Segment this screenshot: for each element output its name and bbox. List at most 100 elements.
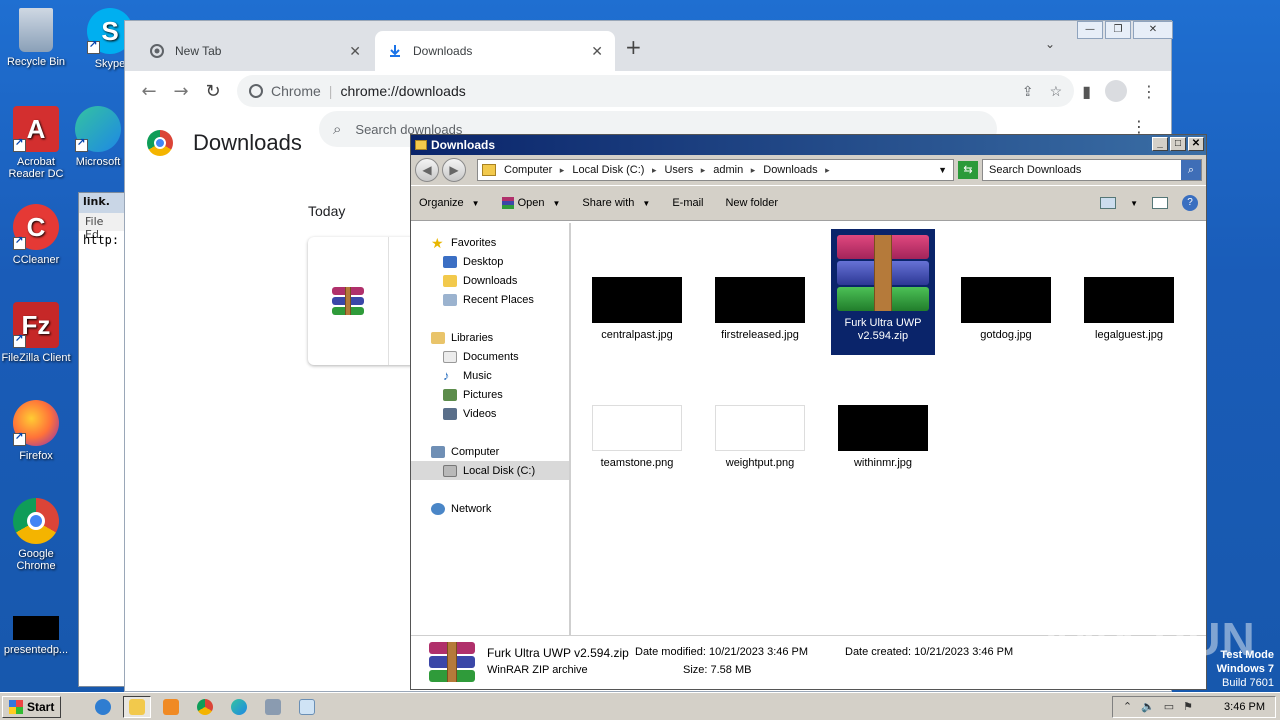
download-icon	[387, 43, 403, 59]
share-with-button[interactable]: Share with ▼	[582, 197, 650, 209]
open-button[interactable]: Open ▼	[501, 197, 560, 209]
page-title: Downloads	[193, 130, 302, 155]
taskbar-edge[interactable]	[225, 696, 253, 718]
chevron-down-icon[interactable]: ⌄	[1045, 37, 1055, 51]
nav-label: Documents	[463, 350, 519, 363]
nav-network[interactable]: Network	[411, 499, 569, 518]
nav-downloads[interactable]: Downloads	[411, 271, 569, 290]
desktop-icon-ccleaner[interactable]: C CCleaner	[0, 204, 72, 266]
desktop-icon-presentedp[interactable]: presentedp...	[0, 616, 72, 656]
nav-label: Pictures	[463, 388, 503, 401]
side-panel-icon[interactable]: ▮	[1082, 82, 1091, 101]
notepad-text[interactable]: http:	[79, 231, 125, 249]
nav-recent-places[interactable]: Recent Places	[411, 290, 569, 309]
share-icon[interactable]: ⇪	[1022, 83, 1034, 100]
chevron-up-icon[interactable]: ⌃	[1123, 700, 1132, 713]
nav-local-disk[interactable]: Local Disk (C:)	[411, 461, 569, 480]
music-icon: ♪	[443, 367, 450, 383]
back-button[interactable]: ◀	[415, 158, 439, 182]
flag-icon[interactable]: ⚑	[1183, 700, 1193, 713]
preview-pane-icon[interactable]	[1152, 197, 1168, 209]
nav-libraries[interactable]: Libraries	[411, 328, 569, 347]
chevron-down-icon[interactable]: ▼	[938, 165, 947, 175]
nav-computer[interactable]: Computer	[411, 442, 569, 461]
taskbar-media-player[interactable]	[157, 696, 185, 718]
refresh-icon[interactable]: ⇆	[958, 161, 978, 179]
breadcrumb-item[interactable]: Downloads	[763, 164, 829, 176]
desktop-icon-chrome[interactable]: Google Chrome	[0, 498, 72, 572]
window-title: Downloads	[431, 138, 496, 152]
file-item[interactable]: withinmr.jpg	[831, 405, 935, 469]
minimize-button[interactable]: —	[1077, 21, 1103, 39]
help-icon[interactable]: ?	[1182, 195, 1198, 211]
breadcrumb-item[interactable]: Local Disk (C:)	[572, 164, 656, 176]
volume-icon[interactable]: 🔈	[1141, 700, 1155, 713]
reload-button[interactable]: ↻	[197, 81, 229, 102]
taskbar-chrome[interactable]	[191, 696, 219, 718]
file-item-selected[interactable]: Furk Ultra UWP v2.594.zip	[831, 229, 935, 355]
nav-desktop[interactable]: Desktop	[411, 252, 569, 271]
forward-button[interactable]: →	[165, 81, 197, 102]
desktop-icon-label: FileZilla Client	[1, 352, 71, 364]
taskbar-notepad[interactable]	[293, 696, 321, 718]
taskbar-explorer[interactable]	[123, 695, 152, 718]
nav-label: Videos	[463, 407, 497, 420]
file-list: centralpast.jpg firstreleased.jpg Furk U…	[571, 223, 1206, 635]
nav-videos[interactable]: Videos	[411, 404, 569, 423]
maximize-button[interactable]: □	[1170, 137, 1186, 151]
network-tray-icon[interactable]: ▭	[1164, 700, 1174, 713]
chrome-window-controls: — ❐ ✕	[1075, 21, 1173, 39]
close-icon[interactable]: ✕	[591, 43, 603, 60]
nav-music[interactable]: ♪ Music	[411, 366, 569, 385]
taskbar-ie[interactable]	[89, 696, 117, 718]
desktop-icon-recycle-bin[interactable]: Recycle Bin	[0, 8, 72, 68]
desktop-icon-filezilla[interactable]: Fz FileZilla Client	[0, 302, 72, 364]
close-icon[interactable]: ✕	[349, 43, 361, 60]
notepad-menu[interactable]: File Ed	[79, 213, 125, 241]
minimize-button[interactable]: _	[1152, 137, 1168, 151]
chevron-down-icon[interactable]: ▼	[1130, 199, 1138, 208]
notepad-window[interactable]: link. File Ed http:	[78, 192, 126, 687]
desktop-icon-firefox[interactable]: Firefox	[0, 400, 72, 462]
organize-button[interactable]: Organize ▼	[419, 197, 480, 209]
email-button[interactable]: E-mail	[672, 197, 703, 209]
close-button[interactable]: ✕	[1188, 137, 1204, 151]
restore-button[interactable]: ❐	[1105, 21, 1131, 39]
breadcrumb-item[interactable]: Users	[664, 164, 705, 176]
file-name: legalguest.jpg	[1095, 329, 1163, 341]
start-button[interactable]: Start	[2, 695, 62, 718]
search-icon[interactable]: ⌕	[1181, 160, 1201, 180]
desktop-icon-label: Recycle Bin	[6, 56, 66, 68]
breadcrumb-item[interactable]: Computer	[504, 164, 564, 176]
image-thumbnail	[961, 277, 1051, 323]
file-item[interactable]: centralpast.jpg	[585, 277, 689, 341]
file-item[interactable]: weightput.png	[708, 405, 812, 469]
tab-new-tab[interactable]: New Tab ✕	[137, 31, 373, 71]
nav-documents[interactable]: Documents	[411, 347, 569, 366]
file-item[interactable]: legalguest.jpg	[1077, 277, 1181, 341]
search-input[interactable]: Search Downloads ⌕	[982, 159, 1202, 181]
breadcrumb[interactable]: Computer Local Disk (C:) Users admin Dow…	[477, 159, 954, 181]
close-button[interactable]: ✕	[1133, 21, 1173, 39]
profile-avatar[interactable]	[1105, 80, 1127, 102]
file-item[interactable]: gotdog.jpg	[954, 277, 1058, 341]
file-name: teamstone.png	[600, 457, 674, 469]
nav-favorites[interactable]: ★ Favorites	[411, 233, 569, 252]
nav-pictures[interactable]: Pictures	[411, 385, 569, 404]
forward-button[interactable]: ▶	[442, 158, 466, 182]
new-folder-button[interactable]: New folder	[725, 197, 778, 209]
address-bar[interactable]: Chrome | chrome://downloads ⇪ ☆	[237, 75, 1075, 107]
test-mode-line: Build 7601	[1222, 677, 1274, 689]
tab-downloads[interactable]: Downloads ✕	[375, 31, 615, 71]
view-icon[interactable]	[1100, 197, 1117, 209]
new-tab-button[interactable]: +	[625, 35, 642, 59]
taskbar-program[interactable]	[259, 696, 287, 718]
file-item[interactable]: teamstone.png	[585, 405, 689, 469]
back-button[interactable]: ←	[133, 81, 165, 102]
file-item[interactable]: firstreleased.jpg	[708, 277, 812, 341]
menu-dots-icon[interactable]: ⋮	[1141, 82, 1157, 101]
breadcrumb-item[interactable]: admin	[713, 164, 755, 176]
bookmark-star-icon[interactable]: ☆	[1050, 83, 1063, 100]
details-size: Size: 7.58 MB	[683, 664, 752, 676]
clock[interactable]: 3:46 PM	[1224, 701, 1265, 713]
